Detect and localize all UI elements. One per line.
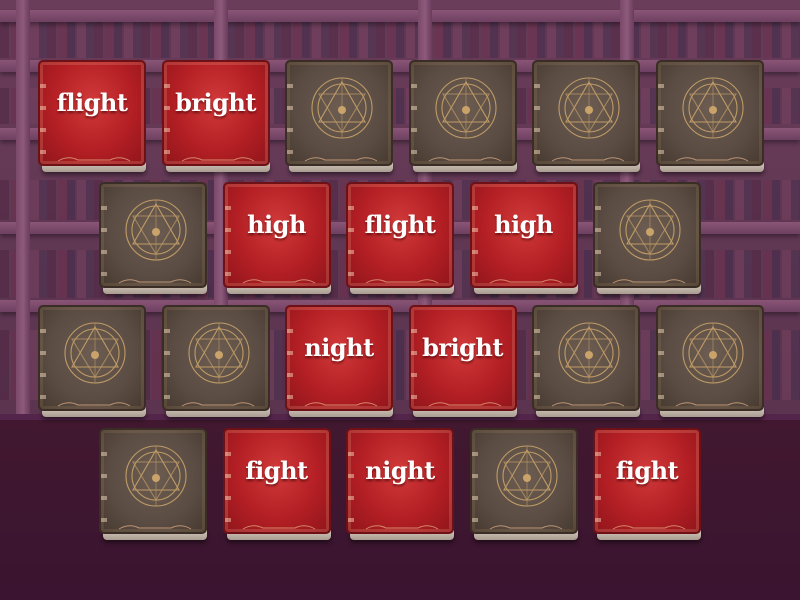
spine-bands <box>40 315 46 401</box>
face-down-card[interactable] <box>532 60 640 172</box>
ornament-icon <box>427 393 503 407</box>
magic-circle-icon <box>121 434 191 518</box>
card-word: high <box>494 210 553 239</box>
spine-bands <box>410 70 417 156</box>
ornament-icon <box>364 516 440 530</box>
spine-bands <box>101 192 107 278</box>
magic-circle-icon <box>60 311 130 395</box>
card-word: flight <box>364 210 436 239</box>
ornament-icon <box>488 270 564 284</box>
magic-circle-icon <box>678 66 748 150</box>
word-card[interactable]: high <box>222 182 331 294</box>
ornament-icon <box>241 270 317 284</box>
face-down-card[interactable] <box>593 182 701 294</box>
card-word: high <box>247 210 306 239</box>
card-word: fight <box>245 456 308 485</box>
spine-bands <box>471 438 478 524</box>
magic-circle-icon <box>678 311 748 395</box>
magic-circle-icon <box>554 66 624 150</box>
spine-bands <box>595 192 601 278</box>
ornament-icon <box>180 393 256 407</box>
spine-bands <box>534 70 540 156</box>
face-down-card[interactable] <box>532 305 640 417</box>
face-down-card[interactable] <box>655 305 764 417</box>
word-card[interactable]: night <box>285 305 393 417</box>
face-down-card[interactable] <box>99 428 207 540</box>
ornament-icon <box>611 270 687 284</box>
spine-bands <box>534 315 540 401</box>
face-down-card[interactable] <box>285 60 393 172</box>
magic-circle-icon <box>431 66 501 150</box>
ornament-icon <box>117 516 193 530</box>
ornament-icon <box>303 393 379 407</box>
ornament-icon <box>364 270 440 284</box>
spine-bands <box>657 70 664 156</box>
ornament-icon <box>550 148 626 162</box>
shelf-plank <box>0 10 800 22</box>
ornament-icon <box>674 148 750 162</box>
word-card[interactable]: flight <box>38 60 146 172</box>
word-card[interactable]: night <box>346 428 454 540</box>
ornament-icon <box>303 148 379 162</box>
word-card[interactable]: flight <box>346 182 454 294</box>
word-card[interactable]: fight <box>222 428 331 540</box>
word-card[interactable]: bright <box>161 60 270 172</box>
shelf-post <box>16 0 30 420</box>
card-word: flight <box>56 88 128 117</box>
face-down-card[interactable] <box>99 182 207 294</box>
ornament-icon <box>56 393 132 407</box>
face-down-card[interactable] <box>38 305 146 417</box>
word-card[interactable]: high <box>469 182 578 294</box>
word-card[interactable]: fight <box>593 428 701 540</box>
spine-bands <box>287 70 293 156</box>
ornament-icon <box>241 516 317 530</box>
card-word: bright <box>175 88 256 117</box>
ornament-icon <box>550 393 626 407</box>
magic-circle-icon <box>184 311 254 395</box>
ornament-icon <box>180 148 256 162</box>
card-word: night <box>304 333 374 362</box>
face-down-card[interactable] <box>655 60 764 172</box>
card-word: bright <box>422 333 503 362</box>
ornament-icon <box>488 516 564 530</box>
card-word: fight <box>615 456 679 485</box>
magic-circle-icon <box>554 311 624 395</box>
face-down-card[interactable] <box>469 428 578 540</box>
word-card[interactable]: bright <box>408 305 517 417</box>
ornament-icon <box>56 148 132 162</box>
spine-bands <box>101 438 107 524</box>
magic-circle-icon <box>615 188 685 272</box>
magic-circle-icon <box>121 188 191 272</box>
face-down-card[interactable] <box>408 60 517 172</box>
book-spines-row <box>0 22 800 58</box>
magic-circle-icon <box>492 434 562 518</box>
magic-circle-icon <box>307 66 377 150</box>
spine-bands <box>657 315 664 401</box>
spine-bands <box>163 315 170 401</box>
ornament-icon <box>117 270 193 284</box>
face-down-card[interactable] <box>161 305 270 417</box>
ornament-icon <box>611 516 687 530</box>
ornament-icon <box>674 393 750 407</box>
card-word: night <box>365 456 435 485</box>
ornament-icon <box>427 148 503 162</box>
